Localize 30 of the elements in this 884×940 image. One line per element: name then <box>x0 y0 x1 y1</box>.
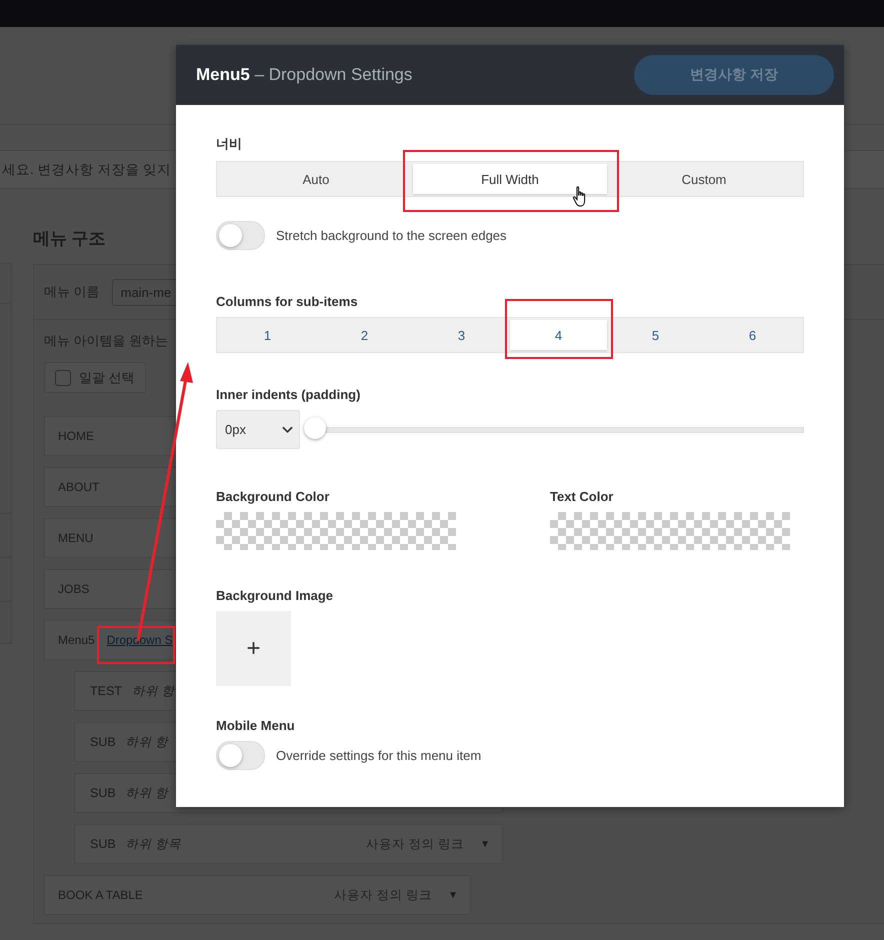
toggle-label: Stretch background to the screen edges <box>276 228 507 243</box>
hand-cursor-icon <box>572 186 588 208</box>
width-option[interactable]: Full Width <box>413 164 607 194</box>
notice-text: 세요. 변경사항 저장을 잊지 <box>2 160 172 178</box>
field-label: Background Color <box>216 489 330 504</box>
slider-thumb[interactable] <box>304 416 326 438</box>
chevron-down-icon <box>282 426 293 434</box>
field-label: Inner indents (padding) <box>216 387 362 402</box>
column-option[interactable]: 4 <box>510 320 607 350</box>
field-label: Mobile Menu <box>216 718 296 733</box>
add-image-button[interactable]: + <box>216 611 291 686</box>
field-label: Text Color <box>550 489 614 504</box>
column-option[interactable]: 5 <box>607 320 704 350</box>
toggle-switch[interactable] <box>216 741 265 770</box>
width-option[interactable]: Custom <box>607 164 801 194</box>
dialog-title: Menu5 – Dropdown Settings <box>196 65 412 85</box>
column-option[interactable]: 1 <box>219 320 316 350</box>
width-option[interactable]: Auto <box>219 164 413 194</box>
column-option[interactable]: 6 <box>704 320 801 350</box>
color-swatch[interactable] <box>216 512 456 550</box>
checkbox[interactable] <box>55 370 71 386</box>
padding-select[interactable]: 0px <box>216 410 300 449</box>
field-label: Columns for sub-items <box>216 294 359 309</box>
color-swatch[interactable] <box>550 512 790 550</box>
toggle-label: Override settings for this menu item <box>276 748 482 763</box>
column-option[interactable]: 2 <box>316 320 413 350</box>
field-label: 너비 <box>216 135 243 153</box>
field-label: Background Image <box>216 588 334 603</box>
toggle-switch[interactable] <box>216 221 265 250</box>
column-option[interactable]: 3 <box>413 320 510 350</box>
